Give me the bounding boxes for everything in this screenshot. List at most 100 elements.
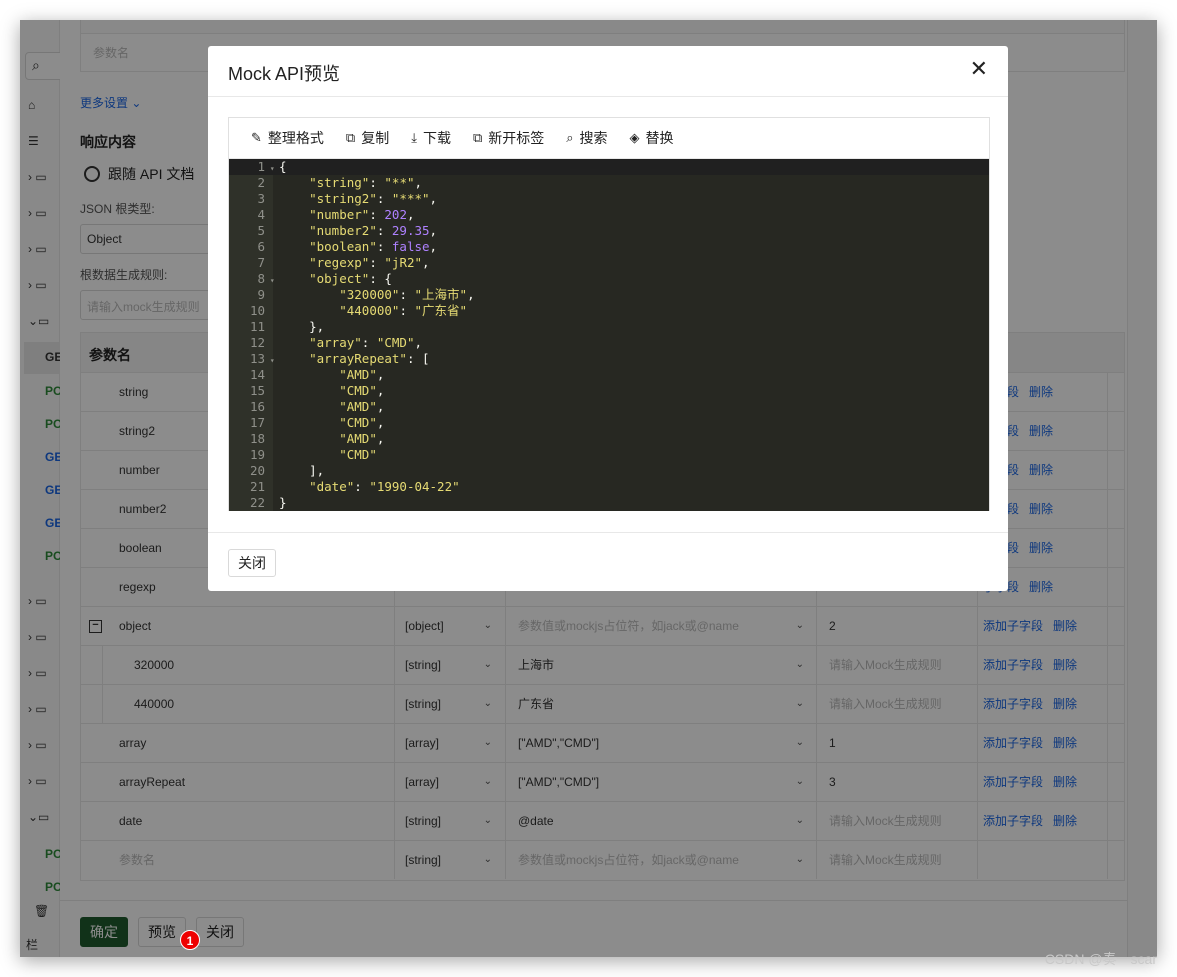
code-token: }, [279, 319, 325, 334]
line-number: 15 [249, 383, 265, 398]
code-token: "CMD" [339, 383, 377, 398]
modal-footer: 关闭 [208, 532, 1008, 591]
line-number: 18 [249, 431, 265, 446]
toolbar-copy-button[interactable]: ⧉ 复制 [346, 128, 389, 148]
toolbar-label: 新开标签 [488, 130, 545, 146]
code-editor: ✎ 整理格式 ⧉ 复制 ⤓ 下载 ⧉ 新开标签 ⌕ 搜索 ◈ 替换 1 ▾{2 "string": "… [228, 117, 990, 511]
download-icon: ⤓ [411, 130, 417, 145]
code-line: 6 "boolean": false, [229, 239, 989, 255]
code-token: , [376, 383, 385, 398]
modal-close-button[interactable]: 关闭 [228, 549, 276, 577]
code-token: "1990-04-22" [369, 479, 460, 494]
toolbar-search-button[interactable]: ⌕ 搜索 [566, 128, 607, 148]
code-line: 4 "number": 202, [229, 207, 989, 223]
code-token: "440000" [339, 303, 400, 318]
line-number: 4 [257, 207, 265, 222]
line-number: 11 [249, 319, 265, 334]
toolbar-label: 复制 [361, 130, 390, 146]
code-line: 20 ], [229, 463, 989, 479]
code-line: 21 "date": "1990-04-22" [229, 479, 989, 495]
code-token: "***" [391, 191, 430, 206]
code-token: , [414, 175, 423, 190]
toolbar-open-tab-button[interactable]: ⧉ 新开标签 [473, 128, 544, 148]
code-token: { [279, 159, 287, 174]
code-token: "**" [384, 175, 415, 190]
close-icon[interactable]: ✕ [970, 56, 988, 82]
modal-title: Mock API预览 [228, 64, 341, 84]
code-line: 3 "string2": "***", [229, 191, 989, 207]
code-token: "CMD" [376, 335, 415, 350]
code-token: "string" [309, 175, 370, 190]
line-number: 8 [257, 271, 265, 286]
modal-header: Mock API预览 ✕ [208, 46, 1008, 97]
toolbar-label: 替换 [645, 130, 674, 146]
watermark: CSDN @奏一scar [1044, 951, 1157, 967]
code-token: "CMD" [339, 447, 377, 462]
code-line: 9 "320000": "上海市", [229, 287, 989, 303]
mock-preview-modal: Mock API预览 ✕ ✎ 整理格式 ⧉ 复制 ⤓ 下载 ⧉ 新开标签 ⌕ 搜索 ◈ 替换 1 ▾{… [208, 46, 1008, 591]
code-token: "array" [309, 335, 362, 350]
code-line: 5 "number2": 29.35, [229, 223, 989, 239]
line-number: 17 [249, 415, 265, 430]
code-token: 29.35 [391, 223, 430, 238]
code-token: : [369, 255, 385, 270]
code-token: "AMD" [339, 431, 377, 446]
replace-icon: ◈ [629, 130, 640, 145]
line-number: 21 [249, 479, 265, 494]
line-number: 10 [249, 303, 265, 318]
code-token: : [399, 287, 415, 302]
copy-icon: ⧉ [345, 130, 356, 145]
code-view[interactable]: 1 ▾{2 "string": "**", 3 "string2": "***",… [229, 159, 989, 511]
code-token: 202 [384, 207, 407, 222]
toolbar-download-button[interactable]: ⤓ 下载 [411, 128, 451, 148]
code-token: "上海市" [414, 287, 468, 302]
code-token: "AMD" [339, 399, 377, 414]
code-token: "jR2" [384, 255, 423, 270]
code-token: : [361, 335, 377, 350]
code-token: } [279, 495, 287, 510]
line-number: 14 [249, 367, 265, 382]
line-number: 5 [257, 223, 265, 238]
code-token: , [414, 335, 423, 350]
code-token: "boolean" [309, 239, 377, 254]
code-token: "CMD" [339, 415, 377, 430]
line-number: 1 [257, 159, 265, 174]
code-line: 2 "string": "**", [229, 175, 989, 191]
code-token: ], [279, 463, 325, 478]
code-token: "object" [309, 271, 370, 286]
code-line: 22 } [229, 495, 989, 511]
line-number: 2 [257, 175, 265, 190]
line-number: 6 [257, 239, 265, 254]
code-token: , [467, 287, 475, 302]
toolbar-format-button[interactable]: ✎ 整理格式 [251, 128, 324, 148]
line-number: 9 [257, 287, 265, 302]
code-line: 13 ▾ "arrayRepeat": [ [229, 351, 989, 367]
code-line: 10 "440000": "广东省" [229, 303, 989, 319]
toolbar-label: 整理格式 [267, 130, 324, 146]
search-icon: ⌕ [566, 130, 574, 145]
code-line: 14 "AMD", [229, 367, 989, 383]
line-number: 7 [257, 255, 265, 270]
toolbar-label: 下载 [422, 130, 451, 146]
code-token: , [376, 367, 385, 382]
code-token: : [ [406, 351, 430, 366]
code-line: 15 "CMD", [229, 383, 989, 399]
code-token: "广东省" [414, 303, 468, 318]
toolbar-replace-button[interactable]: ◈ 替换 [630, 128, 674, 148]
code-line: 16 "AMD", [229, 399, 989, 415]
code-token: false [391, 239, 430, 254]
step-badge: 1 [180, 930, 200, 950]
code-line: 8 ▾ "object": { [229, 271, 989, 287]
code-token: "number" [309, 207, 370, 222]
line-number: 22 [249, 495, 265, 510]
